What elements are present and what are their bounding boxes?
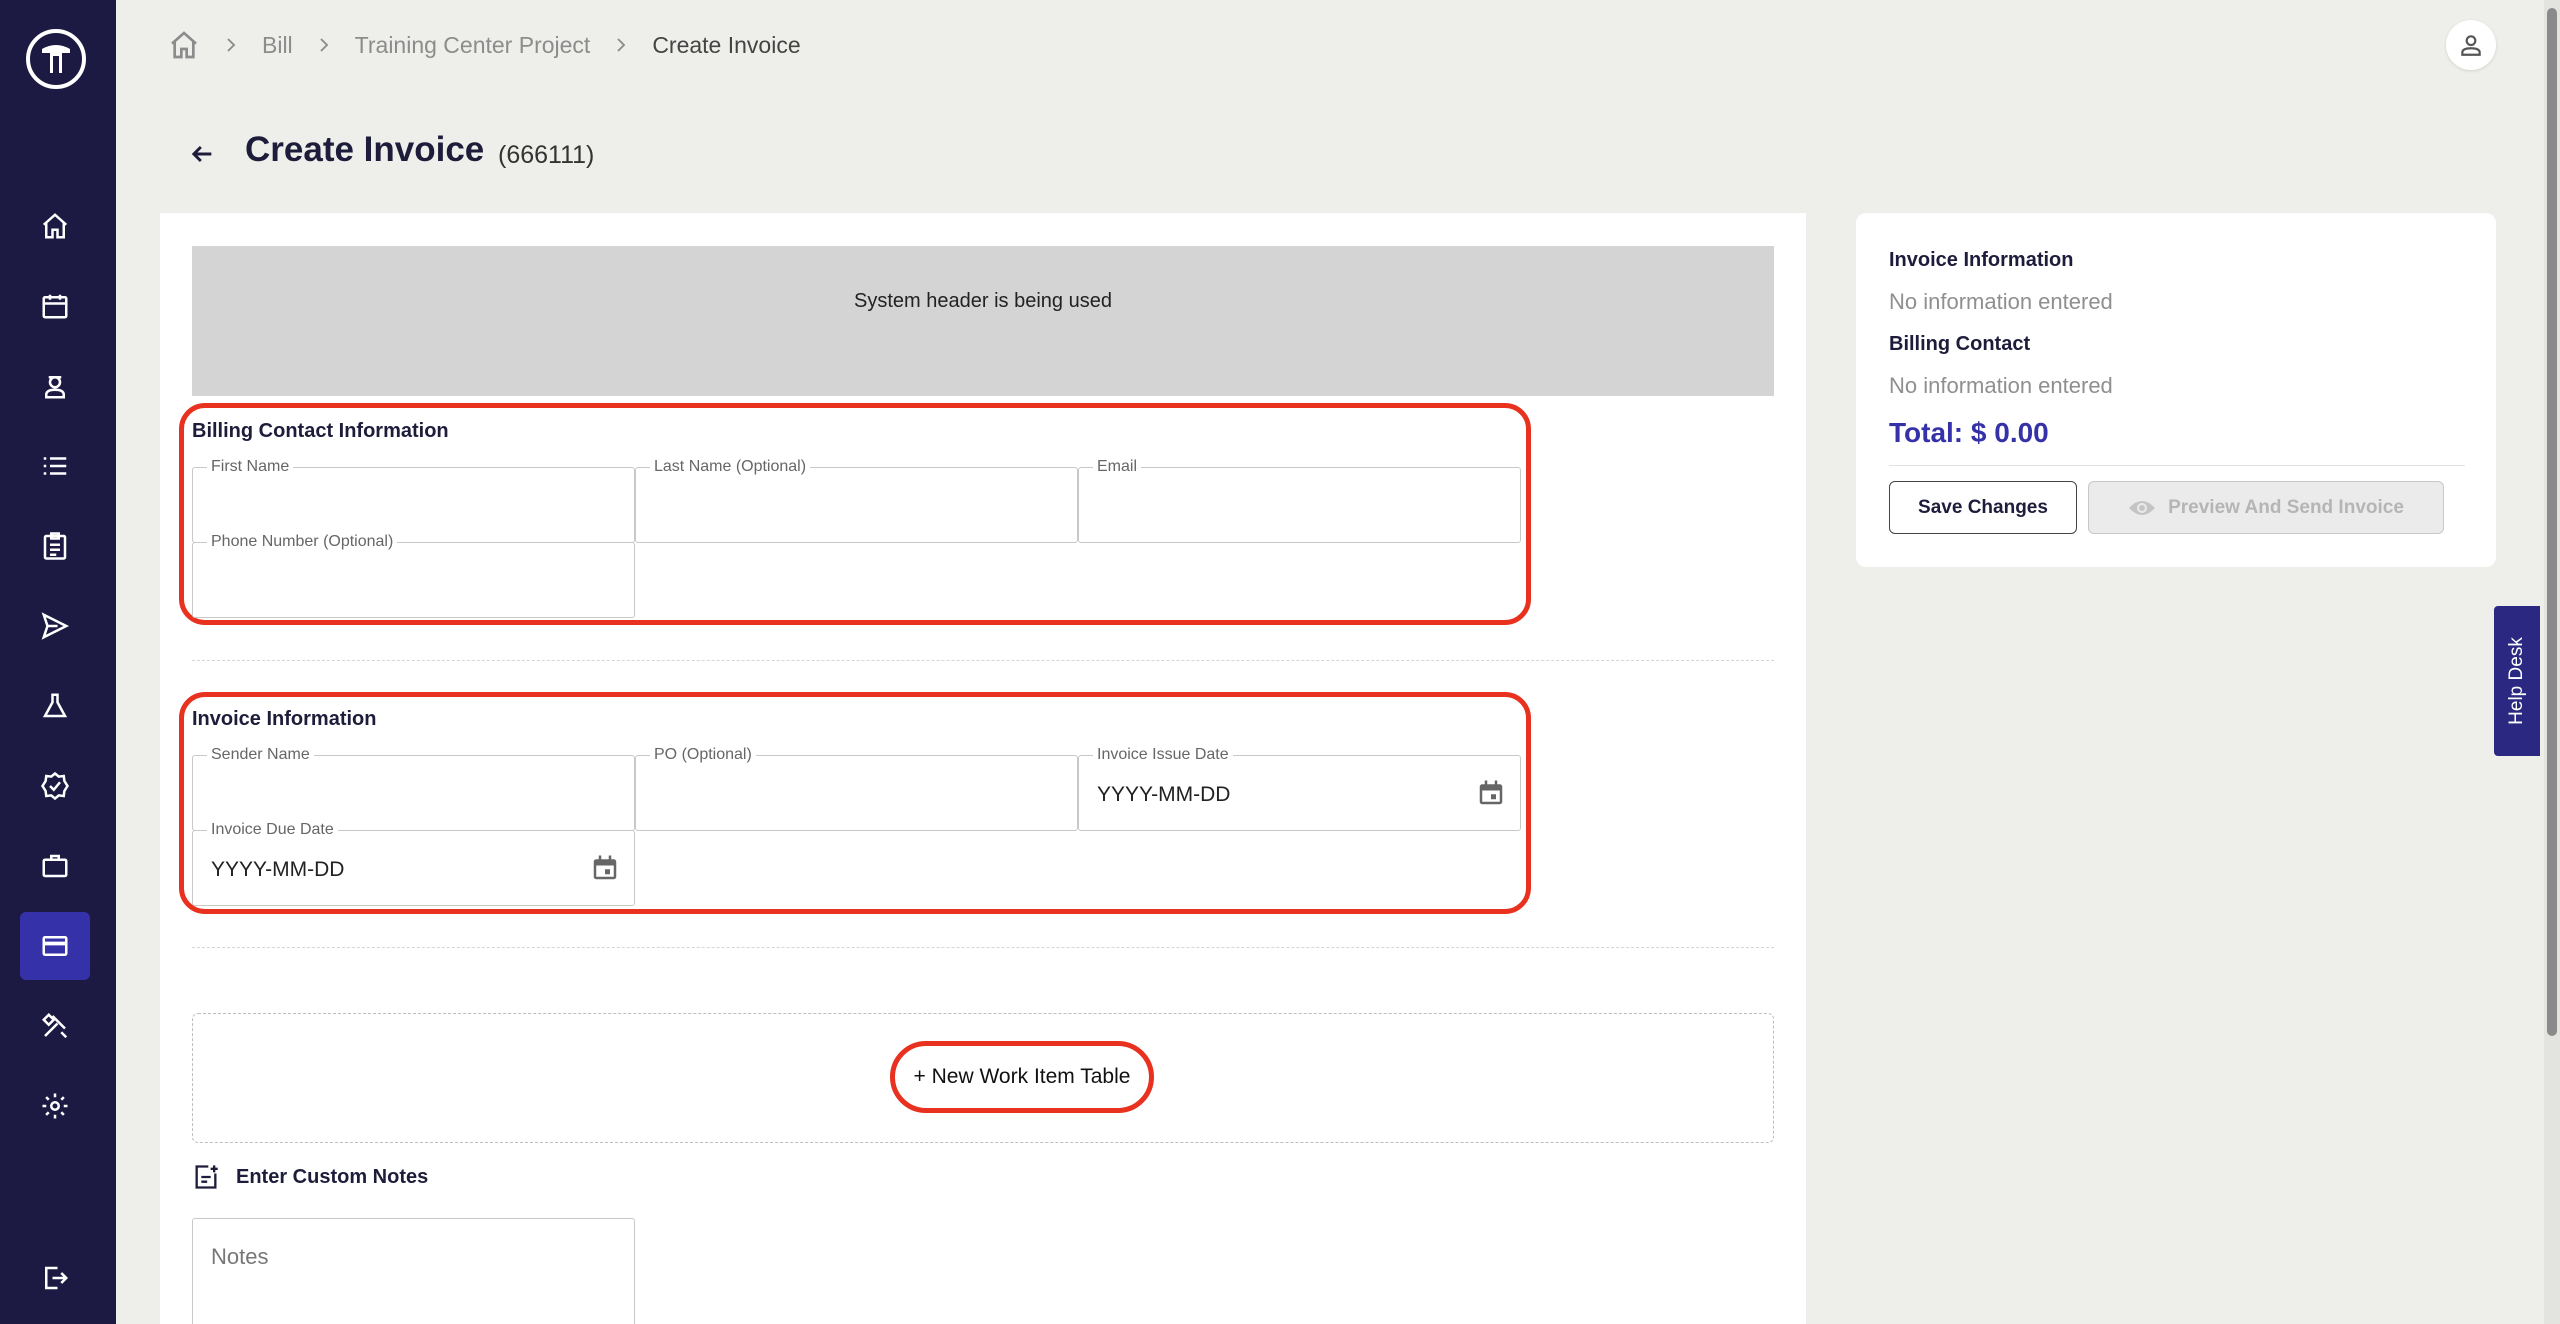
summary-invoice-info-value: No information entered <box>1889 289 2113 314</box>
logo-icon <box>42 45 70 73</box>
nav-settings[interactable] <box>20 1072 90 1140</box>
send-icon <box>41 612 70 640</box>
nav-briefcase[interactable] <box>20 832 90 900</box>
preview-send-invoice-button[interactable]: Preview And Send Invoice <box>2088 481 2444 534</box>
invoice-section-title: Invoice Information <box>192 708 377 730</box>
chevron-right-icon <box>315 36 333 54</box>
nav-people[interactable] <box>20 352 90 420</box>
clipboard-icon <box>43 532 67 560</box>
phone-field[interactable]: Phone Number (Optional) <box>192 533 635 618</box>
eye-icon <box>2129 500 2156 515</box>
summary-invoice-info-title: Invoice Information <box>1889 249 2074 271</box>
user-icon <box>2461 35 2481 56</box>
nav-logout[interactable] <box>20 1244 90 1312</box>
work-item-dropzone: + New Work Item Table <box>192 1013 1774 1143</box>
summary-billing-title: Billing Contact <box>1889 333 2031 355</box>
notes-placeholder: Notes <box>211 1244 269 1269</box>
breadcrumb-current: Create Invoice <box>652 31 801 58</box>
credit-card-icon <box>42 936 68 956</box>
due-date-field[interactable]: Invoice Due Date YYYY-MM-DD <box>192 821 635 906</box>
calendar-icon <box>42 294 68 319</box>
badge-check-icon <box>41 771 69 801</box>
summary-divider <box>1889 465 2465 466</box>
po-field[interactable]: PO (Optional) <box>635 746 1078 831</box>
email-label: Email <box>1093 458 1142 476</box>
email-field[interactable]: Email <box>1078 458 1521 543</box>
nav-billing[interactable] <box>20 912 90 980</box>
section-divider <box>192 660 1774 661</box>
sidebar <box>0 0 116 1324</box>
po-label: PO (Optional) <box>650 746 756 764</box>
help-desk-tab[interactable]: Help Desk <box>2494 606 2540 756</box>
breadcrumb: Bill Training Center Project Create Invo… <box>168 26 801 64</box>
nav-send[interactable] <box>20 592 90 660</box>
app-logo[interactable] <box>26 29 86 89</box>
section-divider <box>192 947 1774 948</box>
calendar-icon[interactable] <box>590 853 620 883</box>
calendar-icon[interactable] <box>1476 778 1506 808</box>
notes-textarea[interactable]: Notes <box>192 1218 635 1324</box>
issue-date-label: Invoice Issue Date <box>1093 746 1233 764</box>
nav-lab[interactable] <box>20 672 90 740</box>
page-scrollbar[interactable] <box>2544 0 2560 1324</box>
due-date-label: Invoice Due Date <box>207 821 338 839</box>
note-add-icon <box>195 1165 218 1189</box>
last-name-field[interactable]: Last Name (Optional) <box>635 458 1078 543</box>
tools-icon <box>41 1012 68 1039</box>
system-header-text: System header is being used <box>854 289 1112 312</box>
custom-notes-title: Enter Custom Notes <box>236 1165 429 1188</box>
page-title: Create Invoice <box>245 130 485 169</box>
custom-notes-header: Enter Custom Notes <box>192 1163 428 1191</box>
new-work-item-table-button[interactable]: + New Work Item Table <box>890 1041 1154 1113</box>
help-desk-label: Help Desk <box>2506 637 2527 725</box>
chevron-right-icon <box>612 36 630 54</box>
invoice-form-card: System header is being used Billing Cont… <box>160 213 1806 1324</box>
person-icon <box>45 376 65 399</box>
issue-date-field[interactable]: Invoice Issue Date YYYY-MM-DD <box>1078 746 1521 831</box>
back-button[interactable] <box>186 138 218 170</box>
phone-label: Phone Number (Optional) <box>207 533 398 551</box>
nav-clipboard[interactable] <box>20 512 90 580</box>
invoice-id: (666111) <box>498 141 595 169</box>
home-icon[interactable] <box>168 29 200 61</box>
user-menu-button[interactable] <box>2446 20 2496 70</box>
scrollbar-thumb[interactable] <box>2547 8 2557 1036</box>
gear-icon <box>42 1093 68 1119</box>
due-date-value: YYYY-MM-DD <box>211 858 345 881</box>
billing-section-title: Billing Contact Information <box>192 420 449 442</box>
list-icon <box>43 457 67 475</box>
breadcrumb-bill[interactable]: Bill <box>262 32 293 59</box>
nav-home[interactable] <box>20 192 90 260</box>
summary-billing-value: No information entered <box>1889 373 2113 398</box>
issue-date-value: YYYY-MM-DD <box>1097 783 1231 806</box>
home-icon <box>42 213 68 239</box>
arrow-left-icon <box>191 145 212 163</box>
summary-total: Total: $ 0.00 <box>1889 417 2049 448</box>
first-name-label: First Name <box>207 458 294 476</box>
chevron-right-icon <box>222 36 240 54</box>
breadcrumb-project[interactable]: Training Center Project <box>355 32 591 59</box>
nav-list[interactable] <box>20 432 90 500</box>
nav-calendar[interactable] <box>20 272 90 340</box>
sender-name-field[interactable]: Sender Name <box>192 746 635 831</box>
sender-name-label: Sender Name <box>207 746 314 764</box>
flask-icon <box>42 693 68 718</box>
first-name-field[interactable]: First Name <box>192 458 635 543</box>
nav-verified[interactable] <box>20 752 90 820</box>
logout-icon <box>45 1266 69 1290</box>
last-name-label: Last Name (Optional) <box>650 458 811 476</box>
nav-tools[interactable] <box>20 992 90 1060</box>
invoice-summary-card: Invoice Information No information enter… <box>1856 213 2496 567</box>
save-changes-button[interactable]: Save Changes <box>1889 481 2077 534</box>
briefcase-icon <box>42 854 68 878</box>
system-header-banner: System header is being used <box>192 246 1774 396</box>
preview-send-label: Preview And Send Invoice <box>2168 496 2404 518</box>
